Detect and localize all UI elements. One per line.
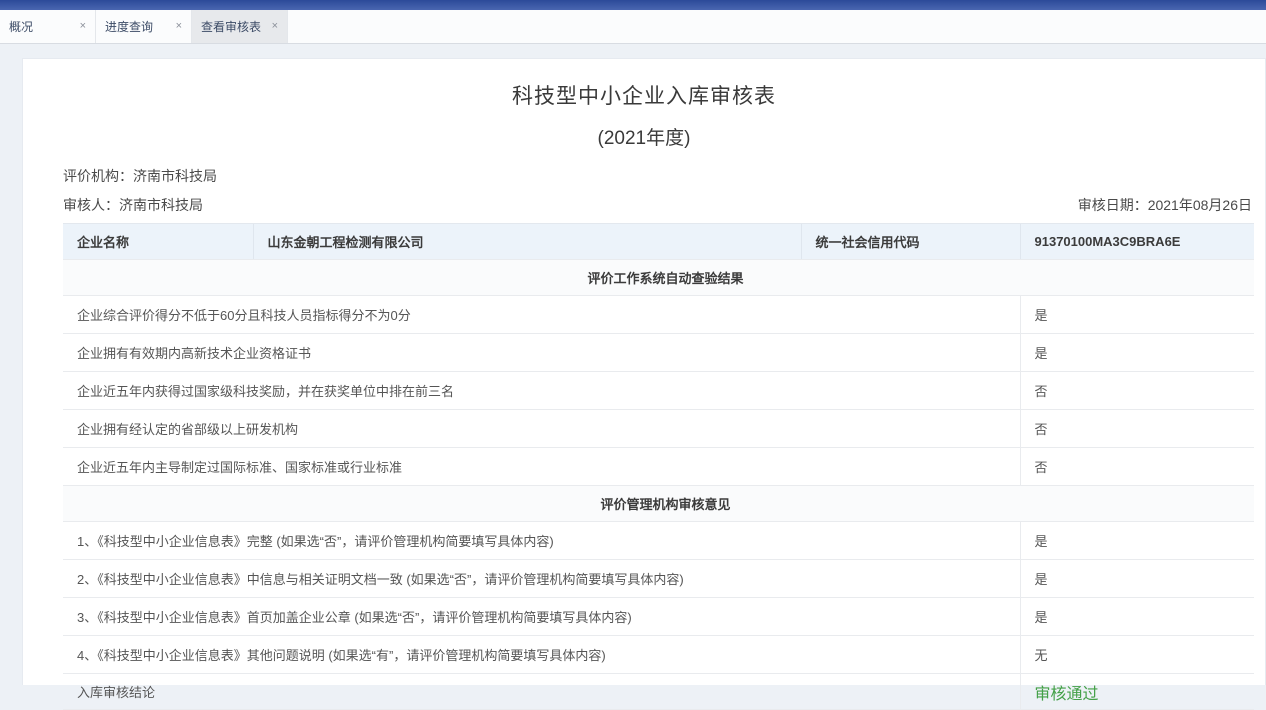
- credit-code-label: 统一社会信用代码: [801, 224, 1020, 260]
- question-row: 企业拥有有效期内高新技术企业资格证书 是: [63, 334, 1254, 372]
- question-cell: 企业综合评价得分不低于60分且科技人员指标得分不为0分: [63, 296, 1020, 334]
- question-cell: 4、《科技型中小企业信息表》其他问题说明 (如果选“有”，请评价管理机构简要填写…: [63, 636, 1020, 674]
- company-info-row: 企业名称 山东金朝工程检测有限公司 统一社会信用代码 91370100MA3C9…: [63, 224, 1254, 260]
- credit-code-value: 91370100MA3C9BRA6E: [1020, 224, 1254, 260]
- tab-overview-label: 概况: [9, 18, 33, 35]
- section-header-agency-opinion: 评价管理机构审核意见: [63, 486, 1254, 522]
- tab-progress-query[interactable]: 进度查询 ×: [96, 10, 192, 43]
- question-cell: 企业拥有经认定的省部级以上研发机构: [63, 410, 1020, 448]
- question-row: 4、《科技型中小企业信息表》其他问题说明 (如果选“有”，请评价管理机构简要填写…: [63, 636, 1254, 674]
- section-header-row: 评价管理机构审核意见: [63, 486, 1254, 522]
- audit-date-label: 审核日期：: [1078, 197, 1148, 213]
- question-cell: 企业近五年内主导制定过国际标准、国家标准或行业标准: [63, 448, 1020, 486]
- tab-close-icon[interactable]: ×: [272, 21, 278, 32]
- answer-cell: 是: [1020, 334, 1254, 372]
- tab-close-icon[interactable]: ×: [80, 21, 86, 32]
- answer-cell: 否: [1020, 410, 1254, 448]
- top-blue-bar: [0, 0, 1266, 10]
- tab-close-icon[interactable]: ×: [176, 21, 182, 32]
- company-name-label: 企业名称: [63, 224, 253, 260]
- form-subtitle: (2021年度): [23, 123, 1265, 150]
- review-form-panel: 科技型中小企业入库审核表 (2021年度) 评价机构：济南市科技局 审核人：济南…: [22, 58, 1266, 685]
- answer-cell: 是: [1020, 522, 1254, 560]
- tab-view-review-form[interactable]: 查看审核表 ×: [192, 10, 288, 43]
- tab-bar: 概况 × 进度查询 × 查看审核表 ×: [0, 10, 1266, 44]
- evaluator-label: 评价机构：: [63, 168, 133, 184]
- conclusion-row: 入库审核结论 审核通过: [63, 674, 1254, 710]
- form-title: 科技型中小企业入库审核表: [23, 80, 1265, 110]
- auditor-value: 济南市科技局: [119, 197, 203, 213]
- question-cell: 1、《科技型中小企业信息表》完整 (如果选“否”，请评价管理机构简要填写具体内容…: [63, 522, 1020, 560]
- question-row: 企业综合评价得分不低于60分且科技人员指标得分不为0分 是: [63, 296, 1254, 334]
- question-row: 企业近五年内获得过国家级科技奖励，并在获奖单位中排在前三名 否: [63, 372, 1254, 410]
- company-name-value: 山东金朝工程检测有限公司: [253, 224, 801, 260]
- answer-cell: 否: [1020, 372, 1254, 410]
- tab-progress-query-label: 进度查询: [105, 18, 153, 35]
- answer-cell: 无: [1020, 636, 1254, 674]
- question-cell: 企业拥有有效期内高新技术企业资格证书: [63, 334, 1020, 372]
- section-header-row: 评价工作系统自动查验结果: [63, 260, 1254, 296]
- answer-cell: 是: [1020, 560, 1254, 598]
- answer-cell: 是: [1020, 296, 1254, 334]
- question-cell: 企业近五年内获得过国家级科技奖励，并在获奖单位中排在前三名: [63, 372, 1020, 410]
- audit-date: 审核日期：2021年08月26日: [1078, 195, 1252, 215]
- evaluator-value: 济南市科技局: [133, 168, 217, 184]
- conclusion-label: 入库审核结论: [63, 674, 1020, 710]
- form-meta: 评价机构：济南市科技局 审核人：济南市科技局 审核日期：2021年08月26日: [63, 166, 1252, 215]
- review-table: 企业名称 山东金朝工程检测有限公司 统一社会信用代码 91370100MA3C9…: [63, 223, 1254, 710]
- question-row: 企业近五年内主导制定过国际标准、国家标准或行业标准 否: [63, 448, 1254, 486]
- question-cell: 2、《科技型中小企业信息表》中信息与相关证明文档一致 (如果选“否”，请评价管理…: [63, 560, 1020, 598]
- question-row: 企业拥有经认定的省部级以上研发机构 否: [63, 410, 1254, 448]
- question-row: 3、《科技型中小企业信息表》首页加盖企业公章 (如果选“否”，请评价管理机构简要…: [63, 598, 1254, 636]
- answer-cell: 是: [1020, 598, 1254, 636]
- auditor: 审核人：济南市科技局: [63, 195, 203, 215]
- section-header-auto-check: 评价工作系统自动查验结果: [63, 260, 1254, 296]
- tab-view-review-form-label: 查看审核表: [201, 18, 261, 35]
- conclusion-value: 审核通过: [1020, 674, 1254, 710]
- answer-cell: 否: [1020, 448, 1254, 486]
- audit-date-value: 2021年08月26日: [1148, 197, 1252, 213]
- question-cell: 3、《科技型中小企业信息表》首页加盖企业公章 (如果选“否”，请评价管理机构简要…: [63, 598, 1020, 636]
- evaluator-line: 评价机构：济南市科技局: [63, 166, 1252, 186]
- auditor-label: 审核人：: [63, 197, 119, 213]
- auditor-line: 审核人：济南市科技局 审核日期：2021年08月26日: [63, 195, 1252, 215]
- question-row: 2、《科技型中小企业信息表》中信息与相关证明文档一致 (如果选“否”，请评价管理…: [63, 560, 1254, 598]
- question-row: 1、《科技型中小企业信息表》完整 (如果选“否”，请评价管理机构简要填写具体内容…: [63, 522, 1254, 560]
- tab-overview[interactable]: 概况 ×: [0, 10, 96, 43]
